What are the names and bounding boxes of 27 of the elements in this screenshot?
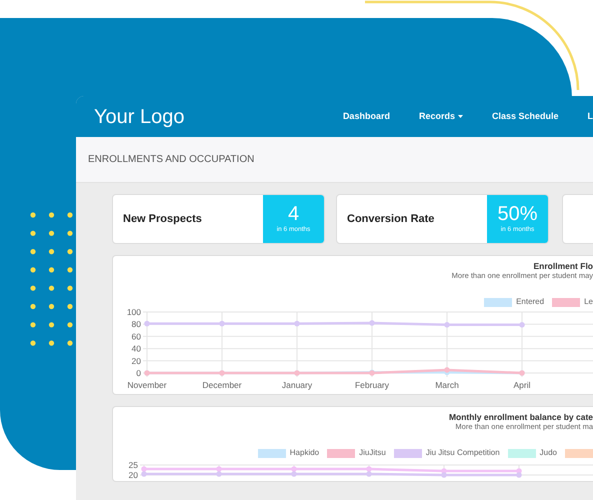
axis-tick-label: 25 (128, 460, 138, 470)
axis-tick-label: February (355, 380, 389, 390)
stat-label: Conversion Rate (347, 212, 434, 227)
chart-title: Enrollment Flo (532, 261, 593, 272)
axis-tick-label: 40 (132, 344, 141, 354)
axis-tick-label: 60 (132, 332, 141, 342)
axis-tick-label: 20 (132, 356, 141, 366)
stat-label: New Prospects (123, 212, 202, 227)
legend-label: Le (584, 296, 593, 308)
axis-tick-label: November (127, 380, 167, 390)
legend-label: Judo (540, 447, 557, 460)
stat-value: 4 (288, 203, 300, 226)
stat-value: 50% (497, 203, 538, 226)
chart-title: Monthly enrollment balance by cate (448, 412, 593, 422)
axis-tick-label: 80 (132, 319, 141, 330)
legend-label: Hapkido (290, 447, 320, 460)
axis-tick-label: March (435, 380, 459, 390)
axis-tick-label: 0 (136, 368, 141, 378)
legend-label: Jiu Jitsu Competition (426, 447, 500, 460)
axis-tick-label: January (282, 380, 312, 390)
axis-tick-label: 100 (126, 308, 141, 318)
axis-tick-label: December (202, 380, 242, 390)
legend-label: JiuJitsu (359, 447, 386, 460)
axis-tick-label: 20 (128, 470, 138, 480)
legend-label: Entered (516, 296, 544, 308)
page-title: ENROLLMENTS AND OCCUPATION (88, 153, 254, 167)
axis-tick-label: April (514, 380, 530, 390)
